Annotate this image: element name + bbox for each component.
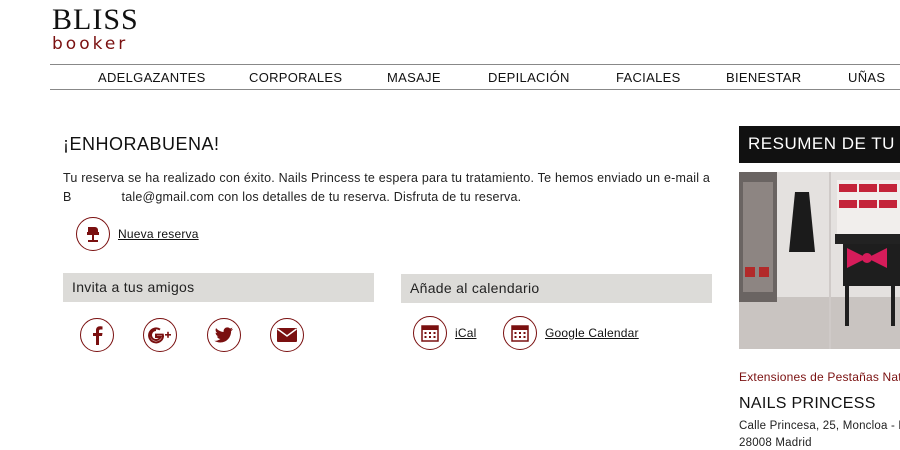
google-calendar-link[interactable]: Google Calendar xyxy=(503,316,639,350)
nav-item-adelgazantes[interactable]: ADELGAZANTES xyxy=(98,70,206,85)
facebook-icon[interactable] xyxy=(80,318,114,352)
salon-name: NAILS PRINCESS xyxy=(739,395,876,412)
ical-label[interactable]: iCal xyxy=(455,326,476,340)
new-booking-label[interactable]: Nueva reserva xyxy=(118,227,199,241)
calendar-icon xyxy=(413,316,447,350)
logo-bliss-text: BLISS xyxy=(52,3,139,36)
summary-header: RESUMEN DE TU RESERVA xyxy=(739,126,900,163)
summary-service: Extensiones de Pestañas Naturales xyxy=(739,370,900,384)
twitter-icon[interactable] xyxy=(207,318,241,352)
email-prefix: B xyxy=(63,190,72,204)
calendar-icon xyxy=(503,316,537,350)
google-plus-icon[interactable] xyxy=(143,318,177,352)
ical-link[interactable]: iCal xyxy=(413,316,476,350)
email-suffix: tale@gmail.com con los detalles de tu re… xyxy=(121,190,522,204)
message-line-1: Tu reserva se ha realizado con éxito. Na… xyxy=(63,171,711,185)
google-calendar-label[interactable]: Google Calendar xyxy=(545,326,639,340)
nav-item-bienestar[interactable]: BIENESTAR xyxy=(726,70,801,85)
calendar-header: Añade al calendario xyxy=(401,274,712,303)
nav-item-faciales[interactable]: FACIALES xyxy=(616,70,681,85)
salon-photo xyxy=(739,172,900,349)
new-booking-link[interactable]: Nueva reserva xyxy=(76,216,199,252)
salon-address: Calle Princesa, 25, Moncloa - Madrid 280… xyxy=(739,418,900,450)
address-line-2: 28008 Madrid xyxy=(739,437,812,449)
nav-item-corporales[interactable]: CORPORALES xyxy=(249,70,342,85)
nav-item-unas[interactable]: UÑAS xyxy=(848,70,885,85)
main-nav: ADELGAZANTES CORPORALES MASAJE DEPILACIÓ… xyxy=(50,64,900,90)
nav-item-depilacion[interactable]: DEPILACIÓN xyxy=(488,70,570,85)
logo-booker-text: booker xyxy=(52,34,129,54)
invite-header: Invita a tus amigos xyxy=(63,273,374,302)
confirmation-message: Tu reserva se ha realizado con éxito. Na… xyxy=(63,169,713,207)
email-icon[interactable] xyxy=(270,318,304,352)
salon-chair-icon xyxy=(76,217,110,251)
site-logo[interactable]: BLISS booker xyxy=(52,3,139,54)
page-title: ¡ENHORABUENA! xyxy=(63,134,220,154)
nav-item-masaje[interactable]: MASAJE xyxy=(387,70,441,85)
address-line-1: Calle Princesa, 25, Moncloa - Madrid xyxy=(739,420,900,432)
